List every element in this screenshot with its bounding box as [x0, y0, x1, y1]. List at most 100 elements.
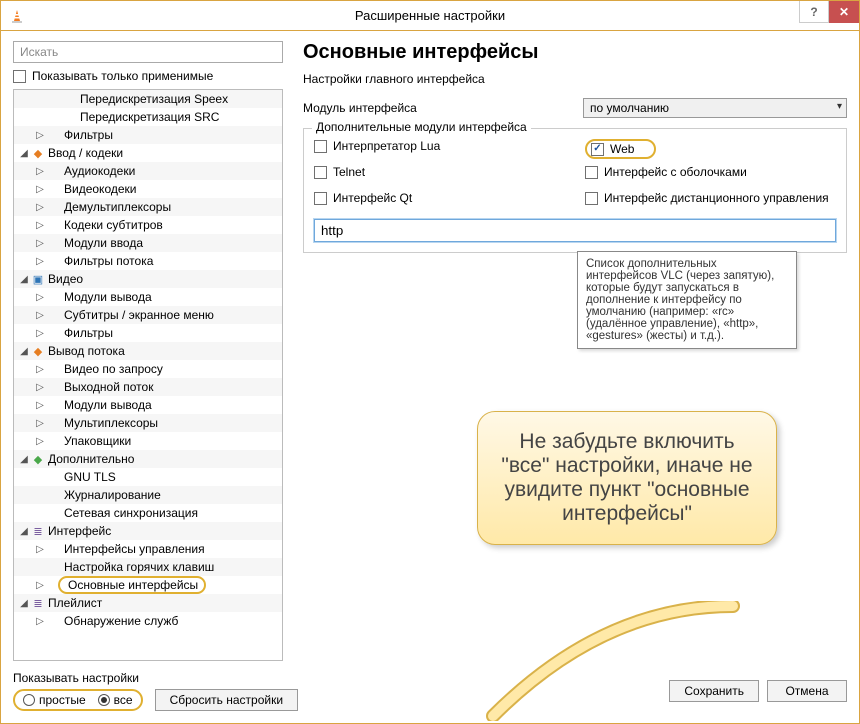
interface-module-label: Модуль интерфейса [303, 101, 583, 115]
chevron-right-icon: ▷ [34, 418, 46, 429]
tree-item-label: Передискретизация Speex [78, 92, 228, 106]
checkbox-checked-icon [591, 143, 604, 156]
save-button[interactable]: Сохранить [669, 680, 759, 702]
tree-item[interactable]: ▷Субтитры / экранное меню [14, 306, 282, 324]
checkbox-icon [585, 166, 598, 179]
tree-item[interactable]: ◢▣Видео [14, 270, 282, 288]
tree-item[interactable]: GNU TLS [14, 468, 282, 486]
tree-item[interactable]: Сетевая синхронизация [14, 504, 282, 522]
tree-item-label: Демультиплексоры [62, 200, 171, 214]
chevron-down-icon: ◢ [18, 526, 30, 537]
tree-item[interactable]: ◢◆Вывод потока [14, 342, 282, 360]
chevron-right-icon: ▷ [34, 580, 46, 591]
skins-checkbox[interactable]: Интерфейс с оболочками [585, 165, 836, 179]
tree-item-label: Обнаружение служб [62, 614, 178, 628]
extra-interfaces-input[interactable] [314, 219, 836, 242]
tree-item-label: Интерфейс [46, 524, 111, 538]
tree-item-label: Упаковщики [62, 434, 131, 448]
tree-item[interactable]: ◢≣Плейлист [14, 594, 282, 612]
orange-category-icon: ◆ [30, 147, 46, 160]
tree-item-label: Модули вывода [62, 290, 152, 304]
chevron-right-icon: ▷ [34, 130, 46, 141]
tree-item[interactable]: ▷Фильтры [14, 126, 282, 144]
web-checkbox[interactable]: Web [591, 142, 634, 156]
tooltip: Список дополнительных интерфейсов VLC (ч… [577, 251, 797, 349]
checkbox-icon [314, 166, 327, 179]
chevron-right-icon: ▷ [34, 256, 46, 267]
search-input[interactable]: Искать [13, 41, 283, 63]
tree-item-label: Мультиплексоры [62, 416, 158, 430]
chevron-right-icon: ▷ [34, 202, 46, 213]
tree-item[interactable]: ◢◆Дополнительно [14, 450, 282, 468]
tree-item[interactable]: ▷ Видео по запросу [14, 360, 282, 378]
window-title: Расширенные настройки [1, 8, 859, 23]
tree-item-label: Видео по запросу [62, 362, 163, 376]
tree-item-label: Модули вывода [62, 398, 152, 412]
tree-item-label: Плейлист [46, 596, 102, 610]
tree-item-label: Настройка горячих клавиш [62, 560, 214, 574]
purple-category-icon: ≣ [30, 525, 46, 538]
only-applicable-checkbox[interactable]: Показывать только применимые [13, 69, 283, 83]
lua-checkbox[interactable]: Интерпретатор Lua [314, 139, 565, 153]
purple-category-icon: ≣ [30, 597, 46, 610]
page-subheading: Настройки главного интерфейса [303, 72, 847, 86]
tree-item[interactable]: ▷ Основные интерфейсы [14, 576, 282, 594]
tree-item-label: Видеокодеки [62, 182, 136, 196]
close-button[interactable]: ✕ [829, 1, 859, 23]
qt-checkbox[interactable]: Интерфейс Qt [314, 191, 565, 205]
chevron-right-icon: ▷ [34, 292, 46, 303]
chevron-right-icon: ▷ [34, 310, 46, 321]
tree-item[interactable]: Журналирование [14, 486, 282, 504]
radio-all[interactable]: все [98, 693, 133, 707]
chevron-right-icon: ▷ [34, 436, 46, 447]
reset-button[interactable]: Сбросить настройки [155, 689, 298, 711]
preferences-window: Расширенные настройки ? ✕ Искать Показыв… [0, 0, 860, 724]
tree-item-label: Дополнительно [46, 452, 134, 466]
tree-item[interactable]: Настройка горячих клавиш [14, 558, 282, 576]
tree-item[interactable]: ▷ Модули вывода [14, 288, 282, 306]
tree-item[interactable]: ▷Интерфейсы управления [14, 540, 282, 558]
cancel-button[interactable]: Отмена [767, 680, 847, 702]
radio-icon [23, 694, 35, 706]
tree-item[interactable]: ▷ Модули вывода [14, 396, 282, 414]
tree-item[interactable]: ◢◆Ввод / кодеки [14, 144, 282, 162]
left-panel: Искать Показывать только применимые Пере… [13, 41, 283, 661]
category-tree[interactable]: Передискретизация Speex Передискретизация… [13, 89, 283, 661]
chevron-right-icon: ▷ [34, 400, 46, 411]
telnet-checkbox[interactable]: Telnet [314, 165, 565, 179]
radio-simple[interactable]: простые [23, 693, 86, 707]
tree-item[interactable]: ▷Выходной поток [14, 378, 282, 396]
tree-item[interactable]: ▷Видеокодеки [14, 180, 282, 198]
tree-item[interactable]: ▷ Аудиокодеки [14, 162, 282, 180]
tree-item[interactable]: ▷Фильтры [14, 324, 282, 342]
show-settings-highlight: простые все [13, 689, 143, 711]
tree-item[interactable]: ▷ Мультиплексоры [14, 414, 282, 432]
interface-module-row: Модуль интерфейса по умолчанию [303, 98, 847, 118]
tree-item-label: Аудиокодеки [62, 164, 135, 178]
tree-item[interactable]: ▷Фильтры потока [14, 252, 282, 270]
tree-item[interactable]: ▷ Обнаружение служб [14, 612, 282, 630]
interface-module-combo[interactable]: по умолчанию [583, 98, 847, 118]
checkbox-icon [13, 70, 26, 83]
tree-item[interactable]: Передискретизация SRC [14, 108, 282, 126]
chevron-right-icon: ▷ [34, 364, 46, 375]
tree-item-highlight: Основные интерфейсы [58, 576, 206, 594]
tree-item[interactable]: Передискретизация Speex [14, 90, 282, 108]
help-button[interactable]: ? [799, 1, 829, 23]
rc-checkbox[interactable]: Интерфейс дистанционного управления [585, 191, 836, 205]
tree-item[interactable]: ▷ Упаковщики [14, 432, 282, 450]
chevron-right-icon: ▷ [34, 166, 46, 177]
telnet-label: Telnet [333, 165, 365, 179]
tree-item[interactable]: ◢≣Интерфейс [14, 522, 282, 540]
vlc-cone-icon [7, 6, 27, 26]
tree-item[interactable]: ▷Модули ввода [14, 234, 282, 252]
chevron-right-icon: ▷ [34, 616, 46, 627]
right-panel: Основные интерфейсы Настройки главного и… [303, 41, 847, 661]
green-category-icon: ◆ [30, 453, 46, 466]
chevron-down-icon: ◢ [18, 274, 30, 285]
radio-simple-label: простые [39, 693, 86, 707]
tree-item-label: Основные интерфейсы [66, 578, 198, 592]
content-area: Искать Показывать только применимые Пере… [1, 31, 859, 723]
tree-item[interactable]: ▷ Демультиплексоры [14, 198, 282, 216]
tree-item[interactable]: ▷Кодеки субтитров [14, 216, 282, 234]
